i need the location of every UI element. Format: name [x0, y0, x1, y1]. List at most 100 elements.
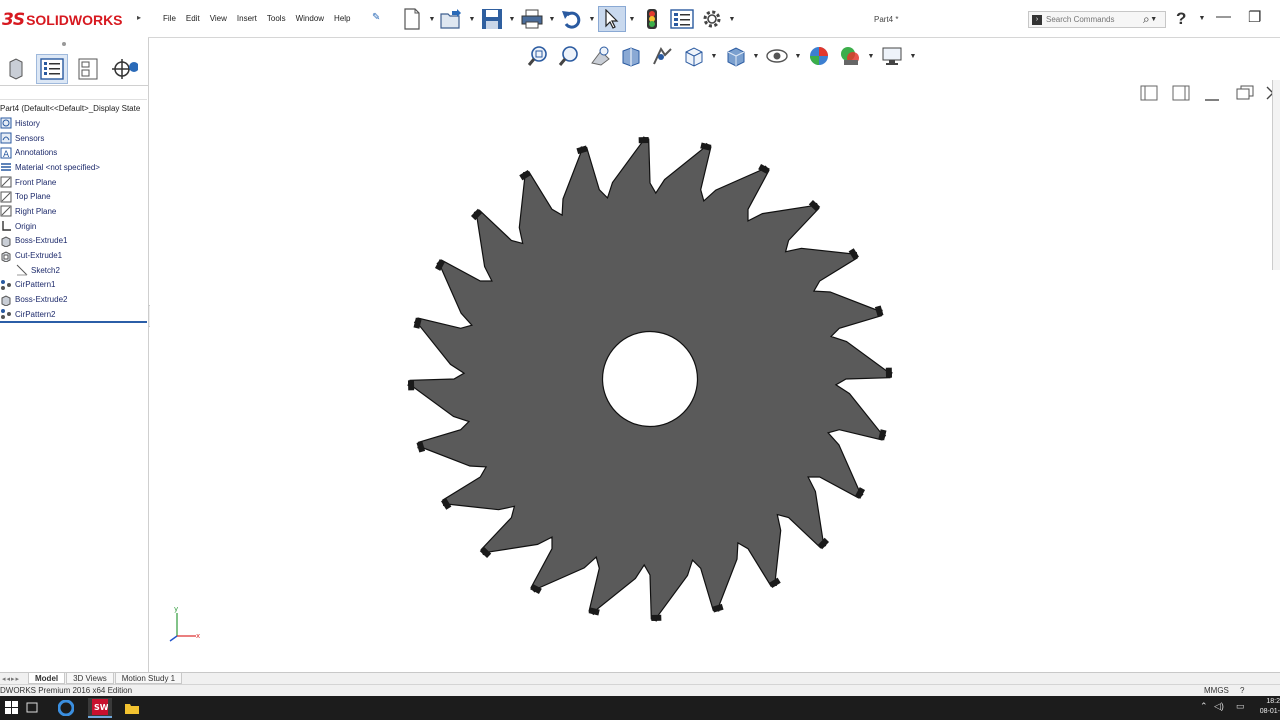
search-icon[interactable]: ⌕	[1143, 12, 1150, 27]
tab-feature-manager-icon[interactable]	[36, 53, 68, 84]
tab-model[interactable]: Model	[28, 673, 66, 684]
tray-expand-icon[interactable]: ⌃	[1200, 701, 1208, 712]
display-style-icon[interactable]	[721, 43, 749, 69]
hide-show-dropdown-icon[interactable]: ▼	[794, 53, 802, 60]
logo-text: SOLIDWORKS	[26, 12, 123, 28]
search-dropdown-icon[interactable]: ▼	[1150, 16, 1158, 23]
view-settings-dropdown-icon[interactable]: ▼	[909, 53, 917, 60]
display-style-dropdown-icon[interactable]: ▼	[752, 53, 760, 60]
help-icon[interactable]: ?	[1176, 9, 1186, 29]
new-icon[interactable]	[398, 6, 426, 32]
save-dropdown-icon[interactable]: ▼	[508, 16, 516, 23]
options-dropdown-icon[interactable]: ▼	[728, 16, 736, 23]
solidworks-taskbar-icon[interactable]: SW	[88, 698, 112, 718]
graphics-area[interactable]: y x ▼ ▼ ▼ ▼ ▼	[150, 38, 1280, 672]
hide-show-items-icon[interactable]	[763, 43, 791, 69]
plane-icon	[0, 176, 12, 188]
previous-view-icon[interactable]	[586, 43, 614, 69]
viewport-split-right-icon[interactable]	[1172, 85, 1190, 104]
panel-grip-icon[interactable]	[62, 42, 66, 46]
tree-item-front-plane[interactable]: Front Plane	[0, 175, 149, 190]
tree-item-boss-extrude2[interactable]: Boss-Extrude2	[0, 292, 149, 307]
zoom-to-fit-icon[interactable]	[524, 43, 552, 69]
undo-dropdown-icon[interactable]: ▼	[588, 16, 596, 23]
section-view-icon[interactable]	[617, 43, 645, 69]
view-triad[interactable]: y x	[169, 605, 200, 642]
network-icon[interactable]: ▭	[1236, 701, 1245, 712]
menu-insert[interactable]: Insert	[232, 14, 262, 23]
rollback-bar[interactable]	[0, 321, 147, 323]
saw-blade-body[interactable]	[407, 136, 893, 622]
rebuild-icon[interactable]	[638, 6, 666, 32]
tree-item-top-plane[interactable]: Top Plane	[0, 189, 149, 204]
pin-icon[interactable]: ✎	[372, 12, 380, 23]
saw-blade-model[interactable]: y x	[150, 38, 1272, 672]
viewport-split-icon[interactable]	[1140, 85, 1158, 104]
tree-root-part[interactable]: Part4 (Default<<Default>_Display State	[0, 102, 149, 116]
menu-window[interactable]: Window	[291, 14, 329, 23]
select-icon[interactable]	[598, 6, 626, 32]
tab-nav-arrows-icon[interactable]: ◂◂▸▸	[0, 675, 28, 683]
tree-item-material[interactable]: Material <not specified>	[0, 160, 149, 175]
edit-appearance-icon[interactable]	[805, 43, 833, 69]
menu-file[interactable]: File	[158, 14, 181, 23]
menu-edit[interactable]: Edit	[181, 14, 205, 23]
view-orientation-icon[interactable]	[679, 43, 707, 69]
viewport-restore-icon[interactable]	[1236, 85, 1254, 104]
apply-scene-dropdown-icon[interactable]: ▼	[867, 53, 875, 60]
open-dropdown-icon[interactable]: ▼	[468, 16, 476, 23]
task-view-icon[interactable]	[20, 698, 44, 718]
tab-motion-study-1[interactable]: Motion Study 1	[114, 673, 183, 684]
select-dropdown-icon[interactable]: ▼	[628, 16, 636, 23]
tree-item-boss-extrude1[interactable]: Boss-Extrude1	[0, 234, 149, 249]
tab-part-icon[interactable]	[0, 54, 32, 84]
sensors-icon	[0, 132, 12, 144]
tree-item-origin[interactable]: Origin	[0, 219, 149, 234]
logo-expand-icon[interactable]: ▸	[137, 13, 141, 22]
tree-item-right-plane[interactable]: Right Plane	[0, 204, 149, 219]
print-dropdown-icon[interactable]: ▼	[548, 16, 556, 23]
dynamic-annotation-icon[interactable]	[648, 43, 676, 69]
save-icon[interactable]	[478, 6, 506, 32]
open-icon[interactable]	[438, 6, 466, 32]
tab-3d-views[interactable]: 3D Views	[66, 673, 114, 684]
viewport-minimize-icon[interactable]	[1204, 88, 1220, 105]
feature-tree: Part4 (Default<<Default>_Display State H…	[0, 102, 149, 322]
search-box[interactable]: › ⌕ ▼	[1028, 11, 1166, 28]
status-help-icon[interactable]: ?	[1240, 685, 1244, 696]
tree-item-cut-extrude1[interactable]: Cut-Extrude1	[0, 248, 149, 263]
print-icon[interactable]	[518, 6, 546, 32]
volume-icon[interactable]: ◁)	[1214, 701, 1224, 712]
tree-item-history[interactable]: History	[0, 116, 149, 131]
search-input[interactable]	[1046, 15, 1141, 24]
apply-scene-icon[interactable]	[836, 43, 864, 69]
view-orientation-dropdown-icon[interactable]: ▼	[710, 53, 718, 60]
solidworks-logo[interactable]: 3S SOLIDWORKS ▸	[0, 2, 148, 38]
edge-browser-icon[interactable]	[54, 698, 78, 718]
minimize-icon[interactable]: —	[1216, 8, 1231, 25]
tree-item-sketch2[interactable]: Sketch2	[0, 263, 149, 278]
tree-item-sensors[interactable]: Sensors	[0, 131, 149, 146]
status-units[interactable]: MMGS	[1204, 685, 1229, 696]
menu-help[interactable]: Help	[329, 14, 355, 23]
file-properties-icon[interactable]	[668, 6, 696, 32]
help-dropdown-icon[interactable]: ▼	[1198, 15, 1206, 22]
tree-item-annotations[interactable]: A Annotations	[0, 145, 149, 160]
task-pane-tabs[interactable]	[1272, 80, 1280, 270]
new-dropdown-icon[interactable]: ▼	[428, 16, 436, 23]
options-gear-icon[interactable]	[698, 6, 726, 32]
tree-item-cirpattern1[interactable]: CirPattern1	[0, 278, 149, 293]
restore-icon[interactable]: ❐	[1248, 8, 1261, 26]
tab-property-manager-icon[interactable]	[72, 54, 104, 84]
view-settings-icon[interactable]	[878, 43, 906, 69]
system-clock[interactable]: 18:2 08-01-	[1254, 697, 1280, 717]
tree-filter-bar[interactable]	[0, 86, 147, 100]
menu-tools[interactable]: Tools	[262, 14, 291, 23]
zoom-to-area-icon[interactable]	[555, 43, 583, 69]
undo-icon[interactable]	[558, 6, 586, 32]
plane-icon	[0, 205, 12, 217]
menu-view[interactable]: View	[205, 14, 232, 23]
tree-item-cirpattern2[interactable]: CirPattern2	[0, 307, 149, 322]
file-explorer-icon[interactable]	[120, 698, 144, 718]
tab-configuration-manager-icon[interactable]	[108, 54, 140, 84]
